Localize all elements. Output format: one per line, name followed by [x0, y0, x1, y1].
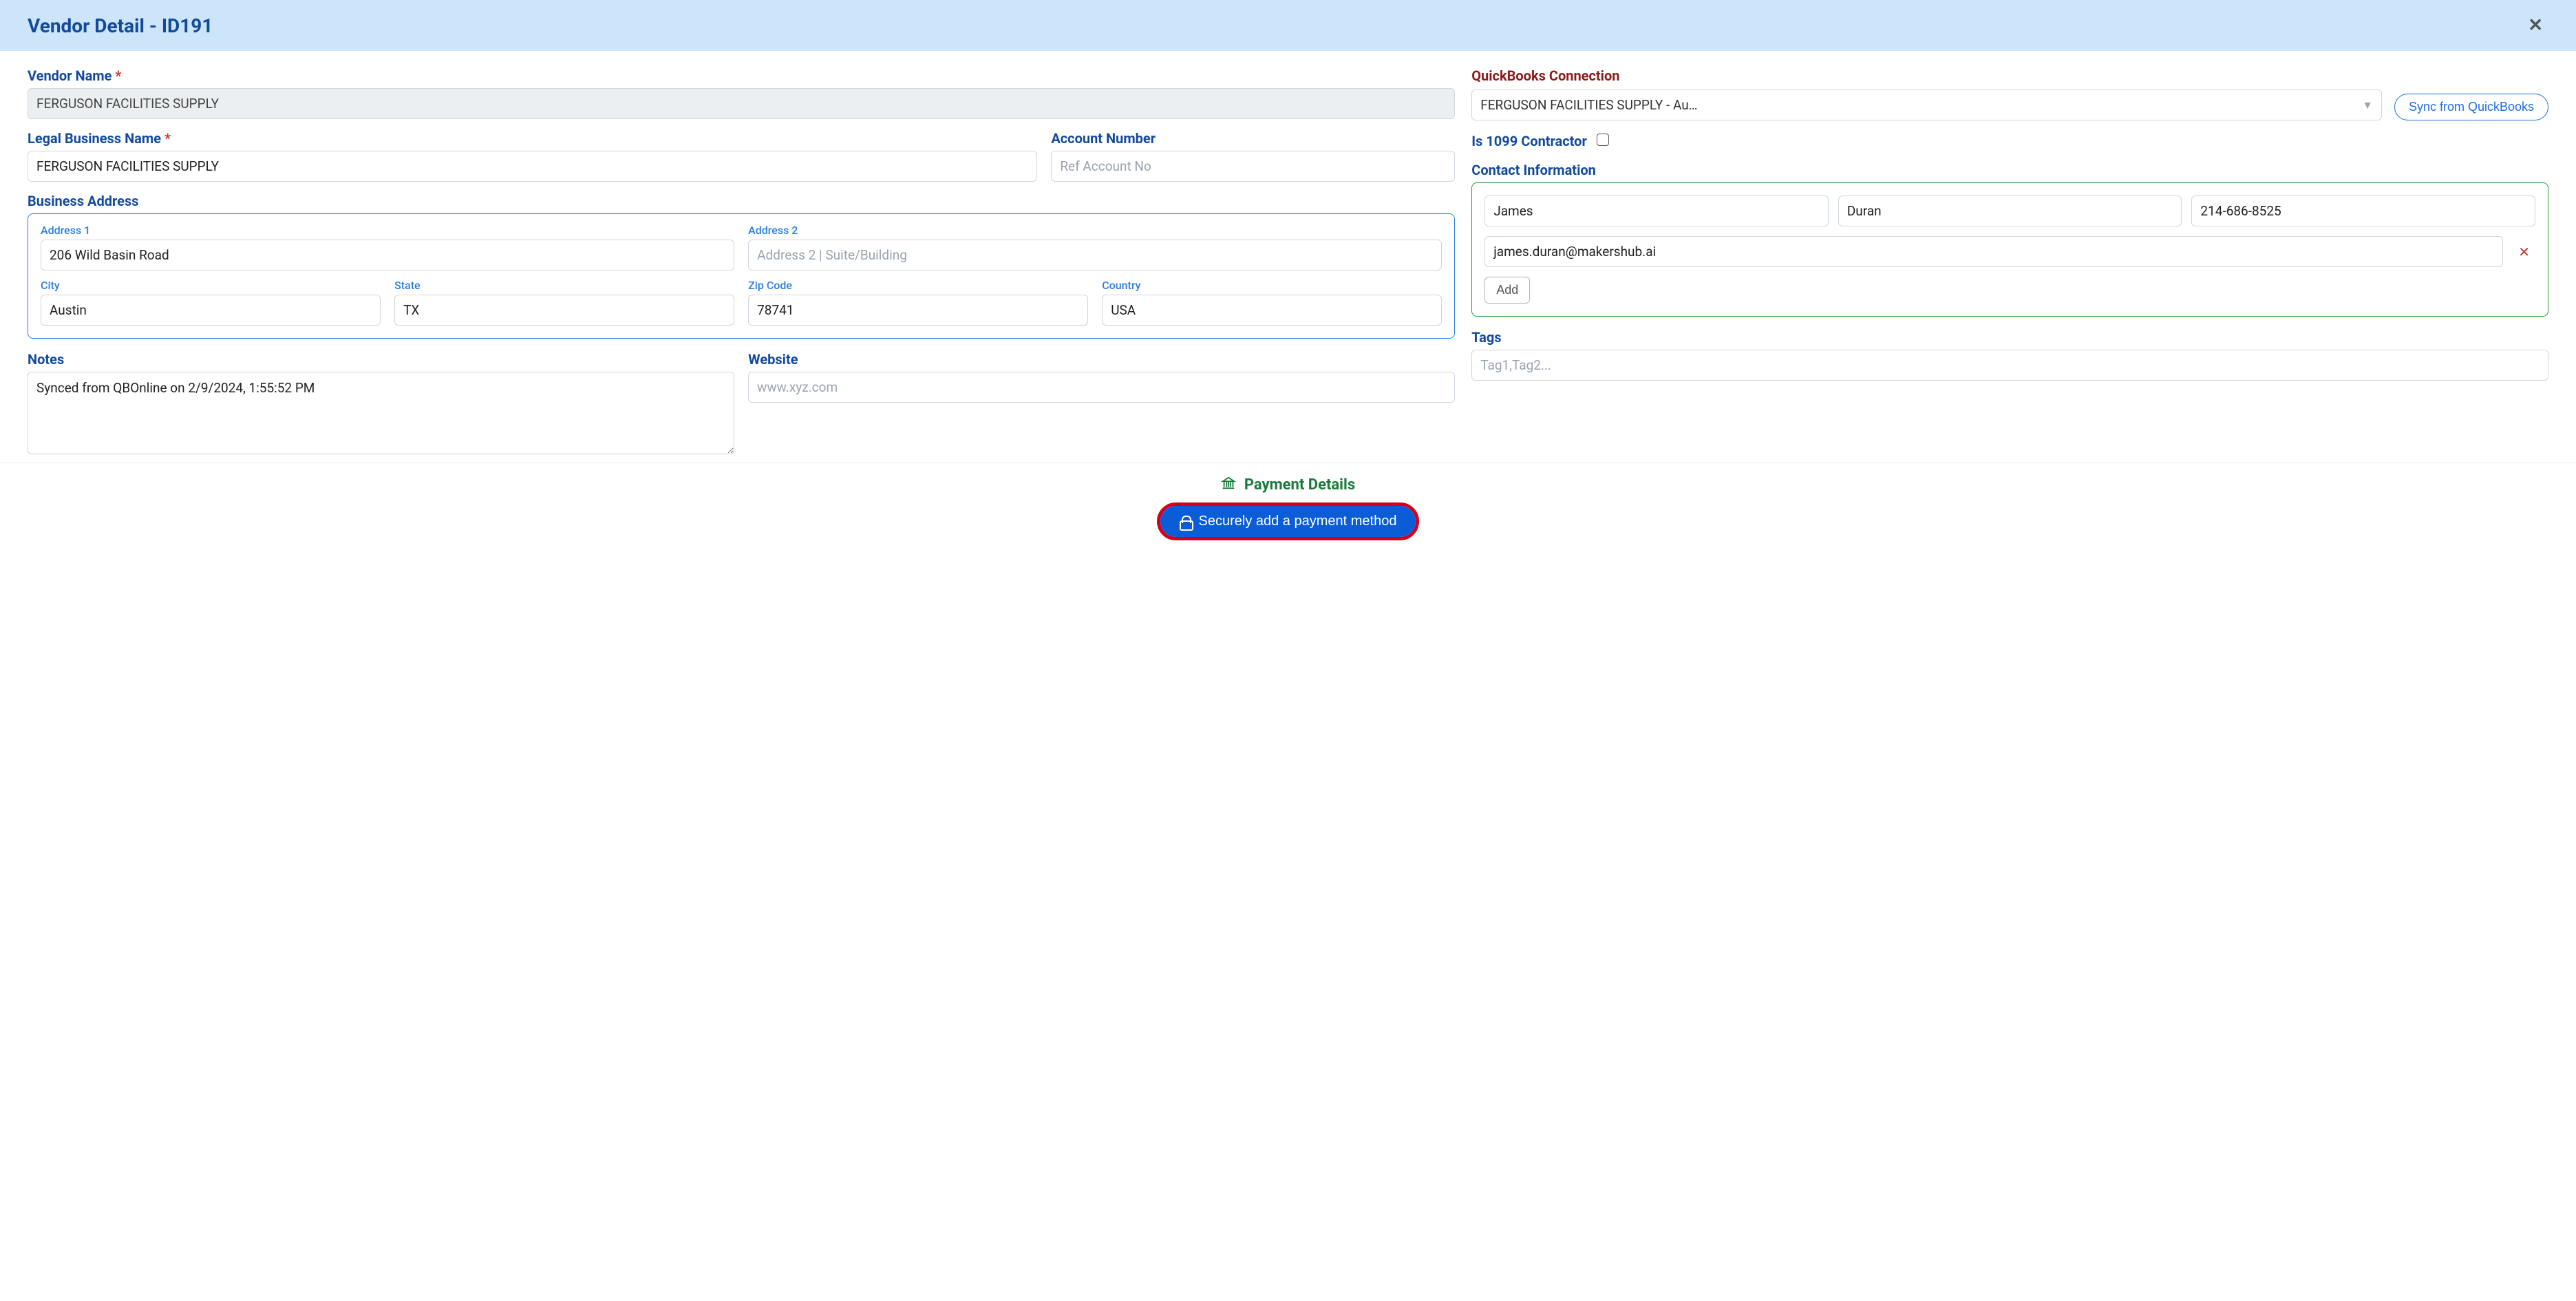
state-label: State	[394, 279, 734, 292]
modal-header: Vendor Detail - ID191 ✕	[0, 0, 2576, 51]
quickbooks-label: QuickBooks Connection	[1471, 67, 2382, 84]
sync-quickbooks-button[interactable]: Sync from QuickBooks	[2394, 94, 2548, 120]
highlighted-callout: Securely add a payment method	[1157, 503, 1420, 540]
quickbooks-selected-value: FERGUSON FACILITIES SUPPLY - Au…	[1480, 97, 2355, 113]
country-input[interactable]	[1102, 295, 1442, 326]
contact-email-input[interactable]	[1484, 236, 2503, 267]
account-number-input[interactable]	[1051, 151, 1455, 182]
contact-info-label: Contact Information	[1471, 162, 2548, 178]
city-input[interactable]	[41, 295, 381, 326]
add-contact-button[interactable]: Add	[1484, 277, 1530, 304]
website-label: Website	[748, 351, 1455, 368]
lock-icon	[1180, 516, 1191, 528]
quickbooks-select[interactable]: FERGUSON FACILITIES SUPPLY - Au… ▼	[1471, 89, 2382, 120]
notes-textarea[interactable]	[28, 372, 734, 454]
address1-input[interactable]	[41, 240, 734, 271]
notes-label: Notes	[28, 351, 734, 368]
contact-first-name-input[interactable]	[1484, 195, 1829, 226]
business-address-group: Address 1 Address 2 City State	[28, 213, 1455, 339]
add-payment-method-label: Securely add a payment method	[1199, 514, 1397, 529]
contractor-checkbox[interactable]	[1597, 134, 1609, 146]
required-asterisk: *	[164, 130, 171, 147]
bank-icon	[1221, 476, 1236, 494]
address1-label: Address 1	[41, 224, 734, 237]
website-input[interactable]	[748, 372, 1455, 403]
payment-details-section: Payment Details Securely add a payment m…	[0, 463, 2576, 556]
chevron-down-icon: ▼	[2362, 98, 2373, 112]
contractor-label: Is 1099 Contractor	[1471, 133, 1587, 149]
tags-input[interactable]	[1471, 350, 2548, 381]
payment-details-title: Payment Details	[1244, 476, 1355, 494]
zip-label: Zip Code	[748, 279, 1088, 292]
city-label: City	[41, 279, 381, 292]
address2-label: Address 2	[748, 224, 1442, 237]
close-icon[interactable]: ✕	[2522, 12, 2548, 39]
country-label: Country	[1102, 279, 1442, 292]
address2-input[interactable]	[748, 240, 1442, 271]
legal-name-label-text: Legal Business Name	[28, 130, 161, 147]
zip-input[interactable]	[748, 295, 1088, 326]
contact-last-name-input[interactable]	[1838, 195, 2182, 226]
contact-info-group: ✕ Add	[1471, 182, 2548, 317]
page-title: Vendor Detail - ID191	[28, 14, 213, 37]
legal-name-input[interactable]	[28, 151, 1037, 182]
state-input[interactable]	[394, 295, 734, 326]
business-address-label: Business Address	[28, 193, 1455, 209]
required-asterisk: *	[115, 67, 121, 84]
account-number-label: Account Number	[1051, 130, 1455, 147]
legal-name-label: Legal Business Name *	[28, 130, 1037, 147]
remove-contact-icon[interactable]: ✕	[2513, 244, 2535, 260]
contact-phone-input[interactable]	[2191, 195, 2535, 226]
vendor-name-label: Vendor Name *	[28, 67, 1455, 84]
vendor-name-input[interactable]	[28, 88, 1455, 119]
tags-label: Tags	[1471, 329, 2548, 346]
vendor-name-label-text: Vendor Name	[28, 67, 111, 84]
add-payment-method-button[interactable]: Securely add a payment method	[1160, 506, 1416, 537]
